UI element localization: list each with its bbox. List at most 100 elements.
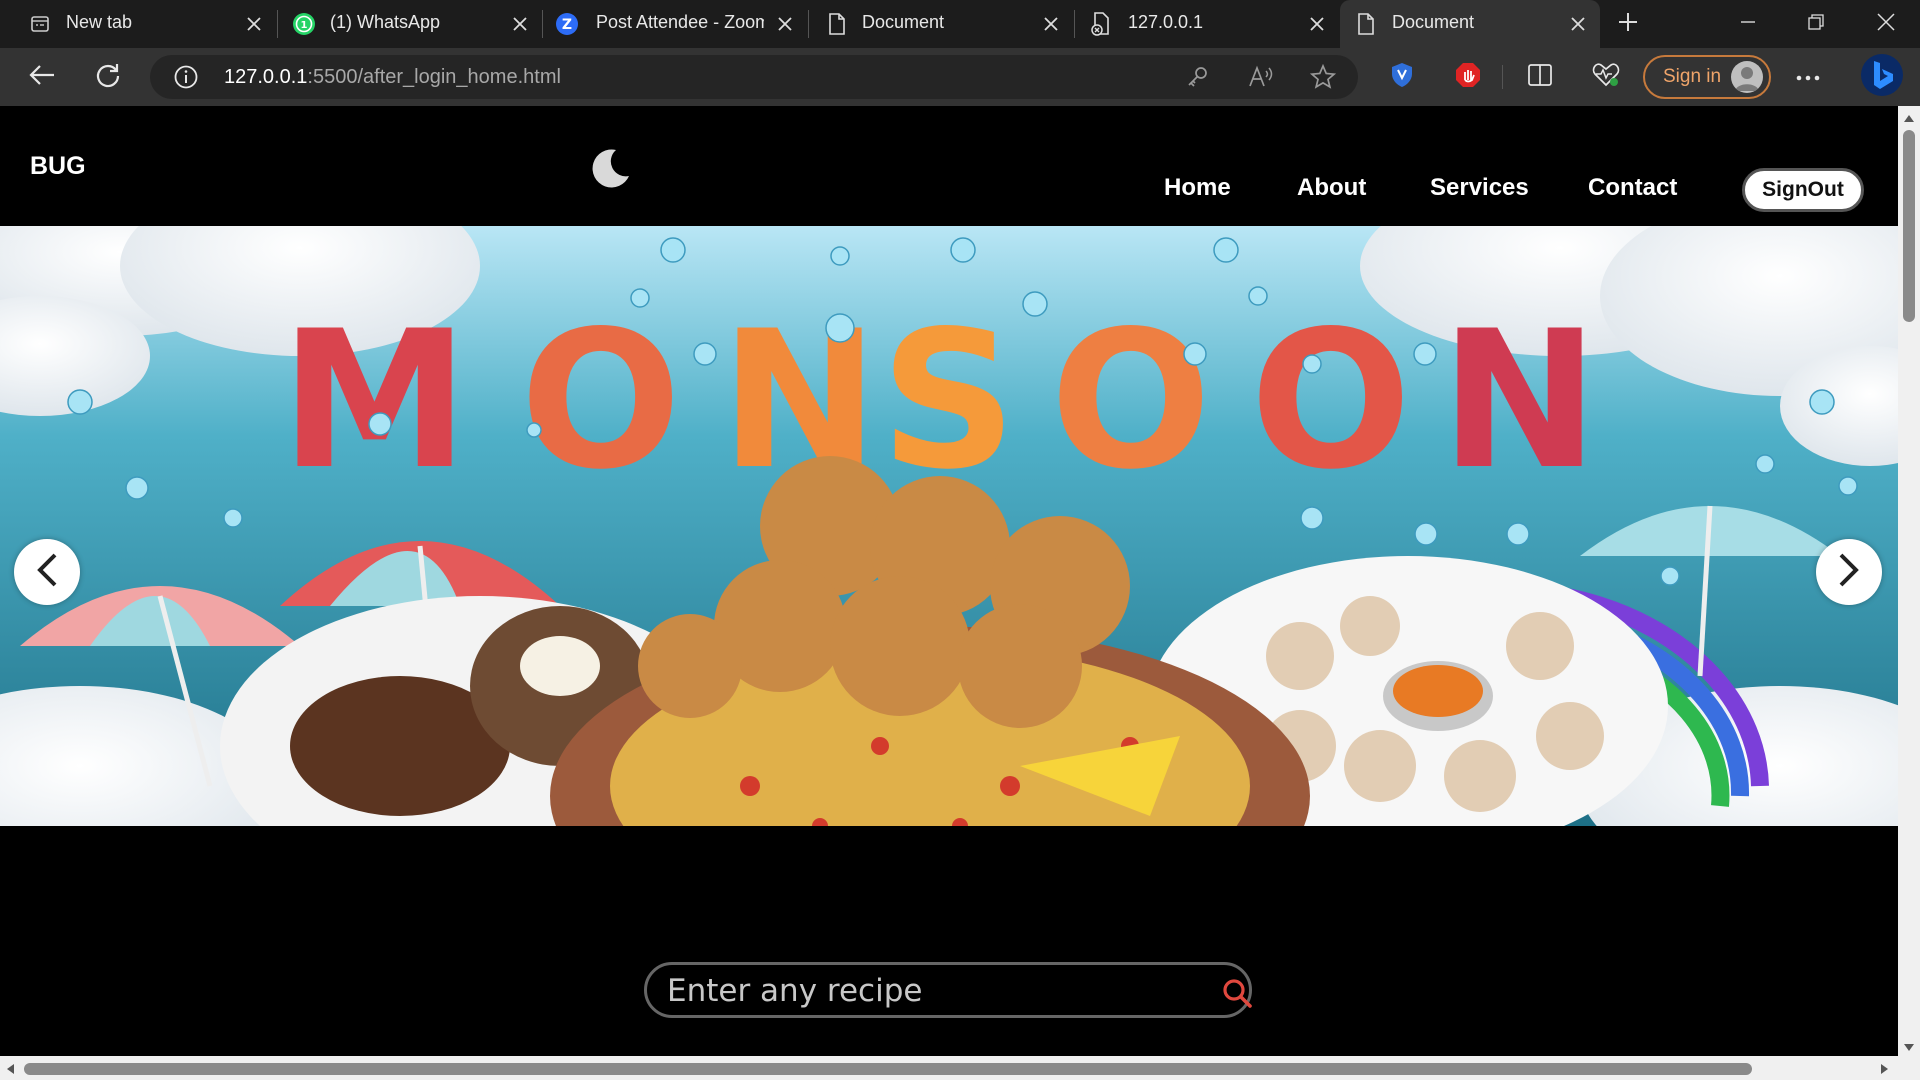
browser-toolbar: 127.0.0.1:5500/after_login_home.html Sig…: [0, 48, 1920, 106]
more-dots-icon: [1796, 68, 1820, 86]
restore-button[interactable]: [1782, 0, 1850, 48]
vertical-scrollbar[interactable]: [1898, 106, 1920, 1056]
recipe-search-box: [644, 962, 1252, 1018]
carousel-next-button[interactable]: [1816, 539, 1882, 605]
adblock-extension-button[interactable]: [1448, 57, 1488, 97]
signout-button[interactable]: SignOut: [1742, 168, 1864, 212]
document-icon: [825, 12, 849, 36]
split-screen-button[interactable]: [1520, 57, 1560, 97]
close-icon[interactable]: [773, 12, 797, 36]
info-icon[interactable]: [174, 65, 198, 94]
svg-text:Z: Z: [562, 17, 572, 33]
dark-mode-toggle[interactable]: [588, 146, 632, 190]
sign-in-label: Sign in: [1663, 66, 1722, 87]
tab-divider: [808, 10, 809, 38]
avatar-icon: [1731, 61, 1763, 93]
tab-document-active[interactable]: Document: [1340, 0, 1600, 48]
document-icon: [1354, 12, 1378, 36]
svg-text:O: O: [1250, 290, 1412, 511]
new-tab-button[interactable]: [1594, 0, 1662, 48]
chevron-right-icon: [1837, 552, 1861, 593]
tab-document[interactable]: Document: [811, 0, 1073, 48]
zoom-icon: Z: [555, 12, 579, 36]
restore-icon: [1808, 13, 1824, 35]
svg-text:O: O: [1050, 290, 1212, 511]
nav-services[interactable]: Services: [1430, 174, 1529, 202]
moon-icon: [588, 149, 632, 194]
copilot-button[interactable]: [1858, 53, 1906, 101]
tab-title: Document: [1392, 12, 1475, 32]
svg-text:M: M: [280, 290, 469, 511]
tab-title: Document: [862, 12, 945, 32]
plus-icon: [1617, 11, 1639, 38]
browser-essentials-button[interactable]: [1586, 57, 1626, 97]
key-icon[interactable]: [1186, 65, 1210, 94]
back-button[interactable]: [22, 57, 62, 97]
tab-title: New tab: [66, 12, 133, 32]
close-window-button[interactable]: [1852, 0, 1920, 48]
scrollbar-corner: [1898, 1056, 1920, 1080]
nav-contact[interactable]: Contact: [1588, 174, 1677, 202]
tab-divider: [277, 10, 278, 38]
close-icon[interactable]: [508, 12, 532, 36]
back-arrow-icon: [29, 64, 55, 91]
tab-title: 127.0.0.1: [1128, 12, 1204, 32]
site-navbar: BUG Home About Services Contact SignOut: [0, 106, 1898, 226]
svg-text:O: O: [520, 290, 682, 511]
file-error-icon: [1089, 12, 1113, 36]
page-viewport: BUG Home About Services Contact SignOut: [0, 106, 1898, 1056]
tab-zoom[interactable]: Z Post Attendee - Zoom: [545, 0, 807, 48]
shield-icon: [1390, 62, 1414, 93]
read-aloud-icon[interactable]: [1248, 65, 1274, 94]
horizontal-scrollbar[interactable]: [0, 1056, 1898, 1080]
minimize-icon: [1740, 14, 1756, 35]
heart-pulse-icon: [1592, 62, 1620, 93]
hero-carousel: M O N S O O N: [0, 226, 1898, 826]
carousel-prev-button[interactable]: [14, 539, 80, 605]
tab-new-tab[interactable]: New tab: [0, 0, 270, 48]
vertical-scroll-thumb[interactable]: [1903, 130, 1915, 322]
minimize-button[interactable]: [1714, 0, 1782, 48]
close-icon[interactable]: [1039, 12, 1063, 36]
favorite-star-icon[interactable]: [1309, 63, 1337, 95]
tab-whatsapp[interactable]: 1 (1) WhatsApp: [280, 0, 542, 48]
search-icon[interactable]: [1222, 978, 1252, 1008]
url-text[interactable]: 127.0.0.1:5500/after_login_home.html: [224, 66, 561, 89]
url-path: :5500/after_login_home.html: [307, 66, 561, 88]
scroll-right-icon[interactable]: [1880, 1062, 1890, 1080]
recipe-search-input[interactable]: [665, 971, 1225, 1011]
settings-menu-button[interactable]: [1788, 57, 1828, 97]
url-host: 127.0.0.1: [224, 66, 308, 88]
nav-home[interactable]: Home: [1164, 174, 1231, 202]
svg-text:N: N: [1440, 290, 1599, 511]
address-bar[interactable]: 127.0.0.1:5500/after_login_home.html: [150, 55, 1358, 99]
tab-localhost[interactable]: 127.0.0.1: [1077, 0, 1339, 48]
tab-title: (1) WhatsApp: [330, 12, 441, 32]
reload-button[interactable]: [88, 57, 128, 97]
horizontal-scroll-thumb[interactable]: [24, 1063, 1752, 1075]
scroll-up-icon[interactable]: [1903, 110, 1915, 128]
toolbar-divider: [1502, 65, 1503, 89]
chevron-left-icon: [35, 552, 59, 593]
close-icon[interactable]: [242, 12, 266, 36]
svg-text:1: 1: [301, 20, 308, 31]
sign-in-button[interactable]: Sign in: [1643, 55, 1771, 99]
whatsapp-icon: 1: [292, 12, 316, 36]
close-icon[interactable]: [1566, 12, 1590, 36]
scroll-left-icon[interactable]: [5, 1062, 15, 1080]
tab-strip: New tab 1 (1) WhatsApp Z Post Attendee -…: [0, 0, 1920, 48]
bing-copilot-icon: [1860, 53, 1904, 102]
split-screen-icon: [1528, 63, 1552, 91]
tab-divider: [1074, 10, 1075, 38]
shield-extension-button[interactable]: [1382, 57, 1422, 97]
stop-hand-icon: [1455, 62, 1481, 93]
tab-divider: [542, 10, 543, 38]
nav-about[interactable]: About: [1297, 174, 1366, 202]
close-icon[interactable]: [1305, 12, 1329, 36]
close-icon: [1877, 12, 1895, 36]
new-tab-icon: [28, 12, 52, 36]
tab-title: Post Attendee - Zoom: [596, 12, 764, 32]
monsoon-banner-image: M O N S O O N: [0, 226, 1898, 826]
reload-icon: [95, 62, 121, 93]
site-logo[interactable]: BUG: [30, 152, 86, 181]
